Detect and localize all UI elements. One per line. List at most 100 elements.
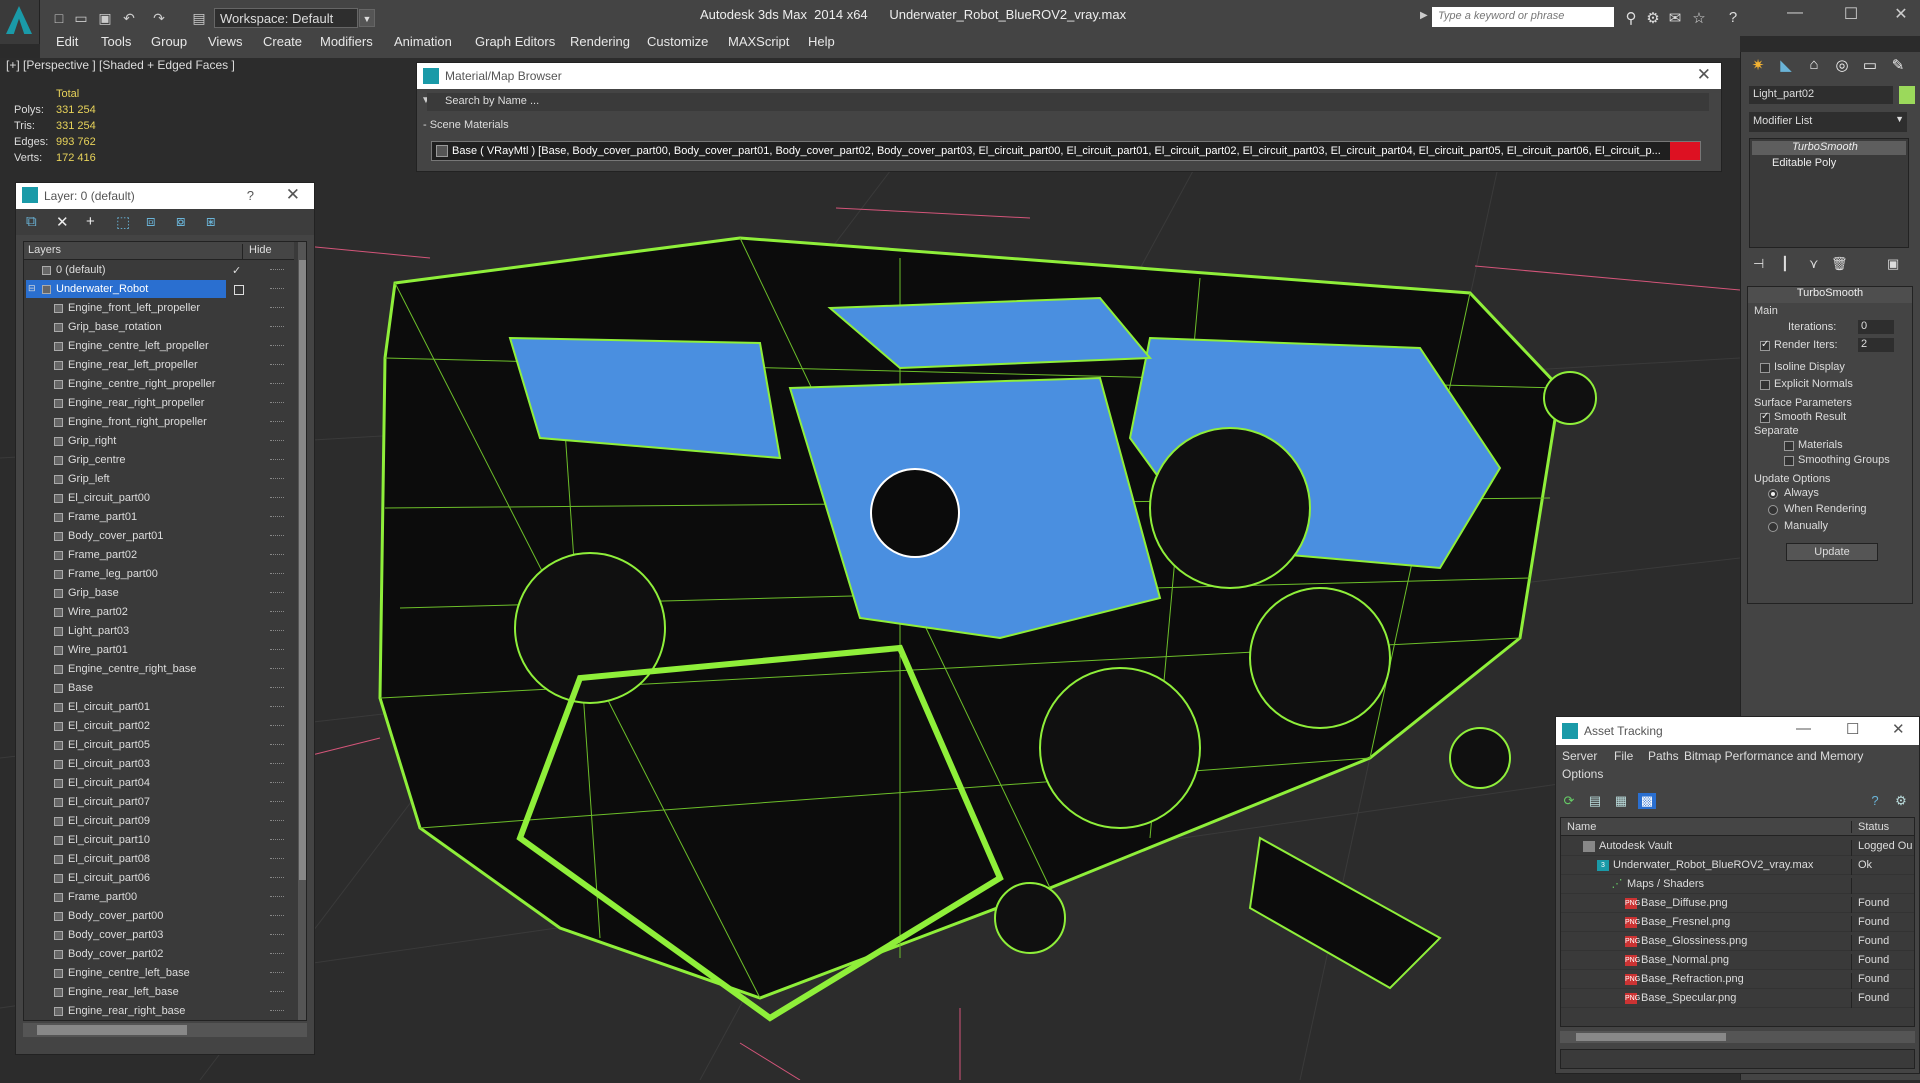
redo-icon[interactable]: ↷: [150, 9, 168, 27]
asset-row[interactable]: PNG Base_Normal.png Found: [1561, 951, 1914, 970]
hide-toggle[interactable]: [270, 953, 284, 955]
menu-modifiers[interactable]: Modifiers: [320, 34, 373, 49]
save-file-icon[interactable]: ▣: [96, 9, 114, 27]
layer-object-row[interactable]: Body_cover_part01: [24, 527, 294, 546]
menu-tools[interactable]: Tools: [101, 34, 131, 49]
hide-toggle[interactable]: [270, 801, 284, 803]
layer-object-row[interactable]: El_circuit_part06: [24, 869, 294, 888]
layers-icon[interactable]: ⧉: [26, 213, 37, 230]
hide-toggle[interactable]: [270, 307, 284, 309]
modifier-list-dropdown[interactable]: Modifier List ▼: [1749, 112, 1907, 132]
layer-object-row[interactable]: Engine_centre_left_propeller: [24, 337, 294, 356]
help-icon[interactable]: ?: [1724, 9, 1742, 26]
layer-object-row[interactable]: El_circuit_part03: [24, 755, 294, 774]
infocenter-search-input[interactable]: Type a keyword or phrase: [1432, 7, 1614, 27]
project-folder-icon[interactable]: ▤: [190, 9, 208, 27]
layer-object-row[interactable]: El_circuit_part05: [24, 736, 294, 755]
hide-toggle[interactable]: [270, 725, 284, 727]
menu-views[interactable]: Views: [208, 34, 242, 49]
collapse-icon[interactable]: ⊟: [28, 283, 36, 294]
layer-list-scrollbar[interactable]: [298, 242, 306, 1020]
layer-object-row[interactable]: El_circuit_part04: [24, 774, 294, 793]
layer-object-row[interactable]: El_circuit_part09: [24, 812, 294, 831]
hide-toggle[interactable]: [270, 896, 284, 898]
smoothing-groups-checkbox[interactable]: [1784, 456, 1794, 466]
menu-animation[interactable]: Animation: [394, 34, 452, 49]
material-search-input[interactable]: Search by Name ...: [427, 93, 1709, 111]
layer-object-row[interactable]: El_circuit_part02: [24, 717, 294, 736]
layer-object-row[interactable]: Frame_part00: [24, 888, 294, 907]
layer-object-row[interactable]: Engine_front_left_propeller: [24, 299, 294, 318]
favorites-star-icon[interactable]: ☆: [1690, 9, 1708, 27]
search-expand-icon[interactable]: ▶: [1420, 10, 1428, 21]
hide-toggle[interactable]: [270, 934, 284, 936]
refresh-icon[interactable]: ⟳: [1560, 793, 1578, 809]
layer-object-row[interactable]: Wire_part02: [24, 603, 294, 622]
hide-toggle[interactable]: [270, 269, 284, 271]
layer-object-row[interactable]: Body_cover_part02: [24, 945, 294, 964]
menu-paths[interactable]: Paths: [1648, 749, 1679, 763]
isoline-checkbox[interactable]: [1760, 363, 1770, 373]
hide-toggle[interactable]: [270, 459, 284, 461]
close-icon[interactable]: ✕: [1886, 4, 1916, 24]
hide-toggle[interactable]: [270, 345, 284, 347]
hide-toggle[interactable]: [270, 687, 284, 689]
hide-toggle[interactable]: [270, 440, 284, 442]
make-unique-icon[interactable]: ⋎: [1809, 256, 1819, 272]
rollout-title[interactable]: TurboSmooth: [1748, 287, 1912, 303]
menu-options[interactable]: Options: [1562, 767, 1603, 781]
menu-maxscript[interactable]: MAXScript: [728, 34, 789, 49]
menu-file[interactable]: File: [1614, 749, 1633, 763]
hide-toggle[interactable]: [270, 592, 284, 594]
layer-object-row[interactable]: El_circuit_part01: [24, 698, 294, 717]
show-end-result-icon[interactable]: ┃: [1781, 256, 1789, 272]
layer-object-row[interactable]: Engine_rear_right_base: [24, 1002, 294, 1020]
hide-toggle[interactable]: [270, 668, 284, 670]
materials-checkbox[interactable]: [1784, 441, 1794, 451]
hide-toggle[interactable]: [270, 326, 284, 328]
open-file-icon[interactable]: ▭: [72, 9, 90, 27]
create-tab-icon[interactable]: ✷: [1747, 56, 1769, 78]
asset-row[interactable]: PNG Base_Refraction.png Found: [1561, 970, 1914, 989]
layer-object-row[interactable]: Frame_part01: [24, 508, 294, 527]
hide-toggle[interactable]: [270, 820, 284, 822]
iterations-spinner[interactable]: 0: [1858, 320, 1894, 334]
hide-toggle[interactable]: [270, 839, 284, 841]
close-icon[interactable]: ✕: [1892, 720, 1905, 738]
material-browser-titlebar[interactable]: Material/Map Browser ✕: [417, 63, 1721, 89]
hide-toggle[interactable]: [270, 535, 284, 537]
hide-toggle[interactable]: [270, 516, 284, 518]
layer-object-row[interactable]: Engine_rear_right_propeller: [24, 394, 294, 413]
hide-toggle[interactable]: [270, 649, 284, 651]
menu-graph-editors[interactable]: Graph Editors: [475, 34, 555, 49]
scroll-thumb[interactable]: [37, 1025, 187, 1035]
menu-rendering[interactable]: Rendering: [570, 34, 630, 49]
hide-toggle[interactable]: [270, 478, 284, 480]
name-column-header[interactable]: Name: [1567, 821, 1596, 833]
scroll-thumb[interactable]: [299, 260, 306, 880]
hide-toggle[interactable]: [270, 915, 284, 917]
status-column-header[interactable]: Status: [1851, 821, 1889, 833]
list-view-icon[interactable]: ▤: [1586, 793, 1604, 809]
update-button[interactable]: Update: [1786, 543, 1878, 561]
layer-object-row[interactable]: Body_cover_part03: [24, 926, 294, 945]
utilities-tab-icon[interactable]: ✎: [1887, 56, 1909, 78]
menu-create[interactable]: Create: [263, 34, 302, 49]
scene-materials-section[interactable]: - Scene Materials: [423, 119, 509, 131]
remove-modifier-icon[interactable]: 🗑: [1831, 256, 1848, 272]
layer-panel-titlebar[interactable]: Layer: 0 (default) ? ✕: [16, 183, 314, 209]
binoculars-icon[interactable]: ⚲: [1622, 9, 1640, 27]
layers-column-header[interactable]: Layers: [28, 244, 61, 256]
manually-radio[interactable]: [1768, 522, 1778, 532]
layer-object-row[interactable]: Engine_centre_left_base: [24, 964, 294, 983]
communication-icon[interactable]: ✉: [1666, 9, 1684, 27]
stack-item-editable-poly[interactable]: Editable Poly: [1752, 157, 1906, 171]
hide-toggle[interactable]: [270, 630, 284, 632]
layer-object-row[interactable]: Grip_base_rotation: [24, 318, 294, 337]
maximize-icon[interactable]: ☐: [1836, 4, 1866, 24]
hide-toggle[interactable]: [270, 706, 284, 708]
always-radio[interactable]: [1768, 489, 1778, 499]
asset-tracking-titlebar[interactable]: Asset Tracking — ☐ ✕: [1556, 717, 1919, 745]
add-layer-icon[interactable]: +: [86, 213, 95, 230]
close-icon[interactable]: ✕: [286, 185, 300, 205]
